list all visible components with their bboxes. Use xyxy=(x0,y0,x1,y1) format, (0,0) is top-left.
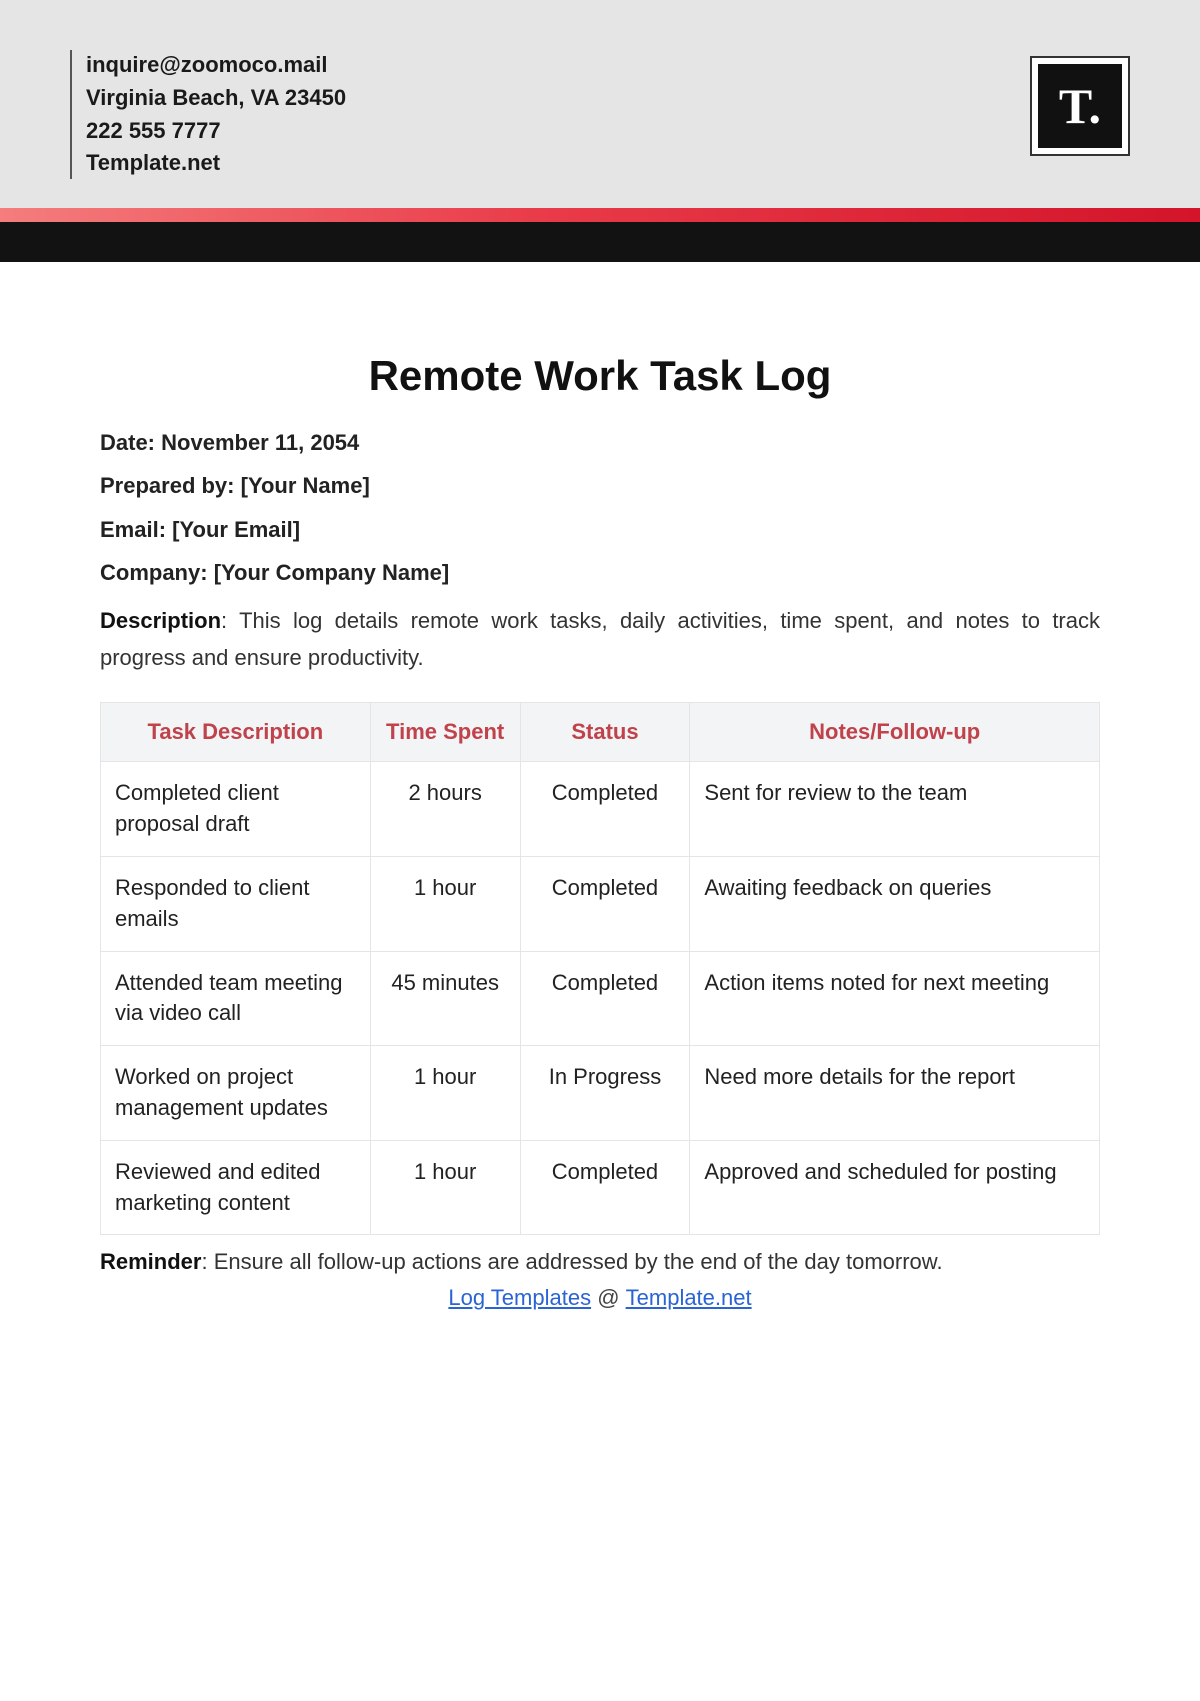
reminder: Reminder: Ensure all follow-up actions a… xyxy=(100,1249,1100,1275)
cell-notes: Approved and scheduled for posting xyxy=(690,1140,1100,1235)
table-header-row: Task Description Time Spent Status Notes… xyxy=(101,703,1100,762)
cell-task: Responded to client emails xyxy=(101,856,371,951)
task-table: Task Description Time Spent Status Notes… xyxy=(100,702,1100,1235)
cell-time: 45 minutes xyxy=(370,951,520,1046)
table-row: Worked on project management updates 1 h… xyxy=(101,1046,1100,1141)
footer-link-templates[interactable]: Log Templates xyxy=(448,1285,591,1310)
th-time: Time Spent xyxy=(370,703,520,762)
table-row: Reviewed and edited marketing content 1 … xyxy=(101,1140,1100,1235)
footer-link-site[interactable]: Template.net xyxy=(626,1285,752,1310)
logo: T. xyxy=(1030,56,1130,156)
vertical-rule xyxy=(70,50,72,179)
table-row: Completed client proposal draft 2 hours … xyxy=(101,762,1100,857)
contact-lines: inquire@zoomoco.mail Virginia Beach, VA … xyxy=(86,50,346,179)
logo-text: T. xyxy=(1038,64,1122,148)
prepared-label: Prepared by: xyxy=(100,473,235,498)
accent-band-red xyxy=(0,208,1200,222)
reminder-label: Reminder xyxy=(100,1249,201,1274)
email-label: Email: xyxy=(100,517,166,542)
contact-email: inquire@zoomoco.mail xyxy=(86,50,346,81)
document-body: Remote Work Task Log Date: November 11, … xyxy=(0,262,1200,1351)
contact-block: inquire@zoomoco.mail Virginia Beach, VA … xyxy=(70,50,346,179)
meta-date: Date: November 11, 2054 xyxy=(100,424,1100,461)
cell-status: Completed xyxy=(520,762,690,857)
description: Description: This log details remote wor… xyxy=(100,602,1100,677)
cell-notes: Action items noted for next meeting xyxy=(690,951,1100,1046)
cell-time: 1 hour xyxy=(370,856,520,951)
th-task: Task Description xyxy=(101,703,371,762)
cell-notes: Awaiting feedback on queries xyxy=(690,856,1100,951)
cell-task: Reviewed and edited marketing content xyxy=(101,1140,371,1235)
accent-band-black xyxy=(0,222,1200,262)
prepared-value: [Your Name] xyxy=(241,473,370,498)
cell-status: Completed xyxy=(520,1140,690,1235)
cell-status: Completed xyxy=(520,856,690,951)
cell-task: Completed client proposal draft xyxy=(101,762,371,857)
letterhead-banner: inquire@zoomoco.mail Virginia Beach, VA … xyxy=(0,0,1200,208)
company-value: [Your Company Name] xyxy=(214,560,450,585)
contact-site: Template.net xyxy=(86,148,346,179)
cell-task: Attended team meeting via video call xyxy=(101,951,371,1046)
description-text: : This log details remote work tasks, da… xyxy=(100,608,1100,670)
cell-task: Worked on project management updates xyxy=(101,1046,371,1141)
meta-email: Email: [Your Email] xyxy=(100,511,1100,548)
footer-links: Log Templates @ Template.net xyxy=(100,1285,1100,1311)
cell-status: Completed xyxy=(520,951,690,1046)
cell-time: 1 hour xyxy=(370,1046,520,1141)
cell-status: In Progress xyxy=(520,1046,690,1141)
date-label: Date: xyxy=(100,430,155,455)
company-label: Company: xyxy=(100,560,208,585)
cell-notes: Need more details for the report xyxy=(690,1046,1100,1141)
th-status: Status xyxy=(520,703,690,762)
table-row: Responded to client emails 1 hour Comple… xyxy=(101,856,1100,951)
cell-time: 2 hours xyxy=(370,762,520,857)
page-title: Remote Work Task Log xyxy=(100,352,1100,400)
th-notes: Notes/Follow-up xyxy=(690,703,1100,762)
cell-notes: Sent for review to the team xyxy=(690,762,1100,857)
meta-company: Company: [Your Company Name] xyxy=(100,554,1100,591)
meta-prepared: Prepared by: [Your Name] xyxy=(100,467,1100,504)
contact-address: Virginia Beach, VA 23450 xyxy=(86,83,346,114)
email-value: [Your Email] xyxy=(172,517,300,542)
table-row: Attended team meeting via video call 45 … xyxy=(101,951,1100,1046)
description-label: Description xyxy=(100,608,221,633)
cell-time: 1 hour xyxy=(370,1140,520,1235)
date-value: November 11, 2054 xyxy=(161,430,359,455)
reminder-text: : Ensure all follow-up actions are addre… xyxy=(201,1249,942,1274)
footer-separator: @ xyxy=(591,1285,626,1310)
contact-phone: 222 555 7777 xyxy=(86,116,346,147)
